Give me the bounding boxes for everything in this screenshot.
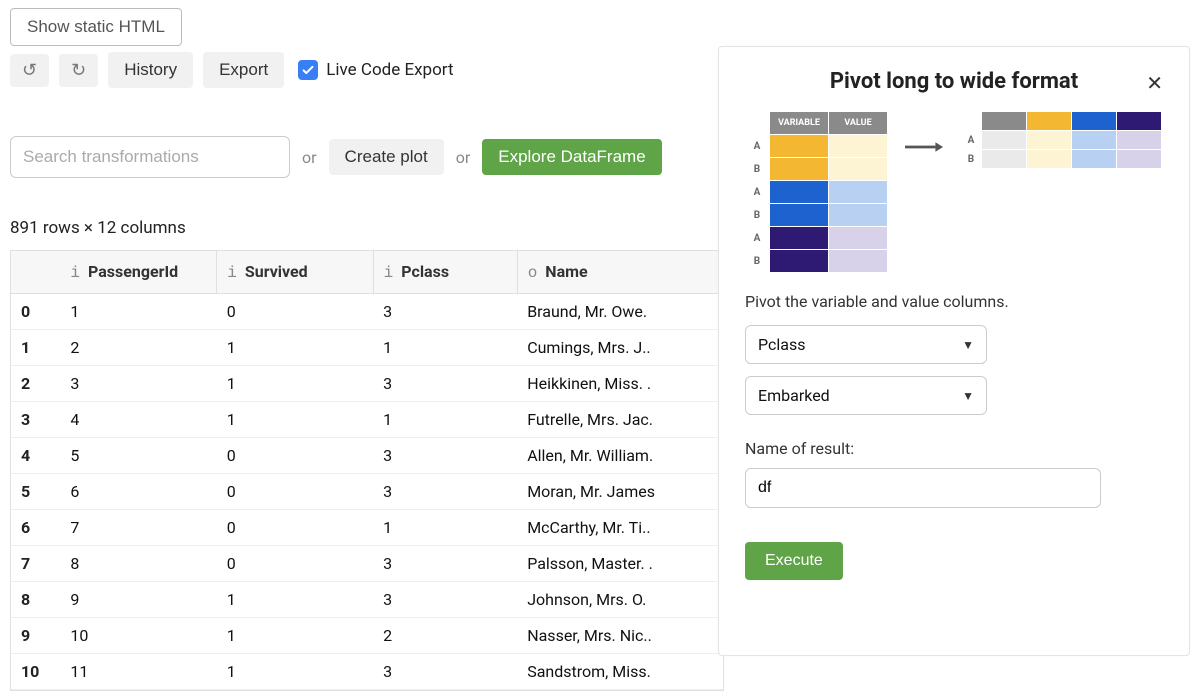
- cell: Allen, Mr. William.: [517, 437, 723, 473]
- table-row: 5603Moran, Mr. James: [11, 473, 723, 509]
- cell: 4: [60, 401, 216, 437]
- cell: 1: [373, 329, 517, 365]
- row-index: 4: [11, 437, 60, 473]
- cell: 0: [217, 473, 373, 509]
- variable-select[interactable]: Pclass▼: [745, 325, 987, 364]
- export-button[interactable]: Export: [203, 52, 284, 88]
- value-select[interactable]: Embarked▼: [745, 376, 987, 415]
- cell: 11: [60, 653, 216, 689]
- cell: Moran, Mr. James: [517, 473, 723, 509]
- close-icon[interactable]: ✕: [1146, 71, 1163, 95]
- row-index: 1: [11, 329, 60, 365]
- cell: Sandstrom, Miss.: [517, 653, 723, 689]
- column-header[interactable]: oName: [517, 251, 723, 293]
- table-row: 7803Palsson, Master. .: [11, 545, 723, 581]
- column-header[interactable]: iSurvived: [217, 251, 373, 293]
- cell: Palsson, Master. .: [517, 545, 723, 581]
- cell: 1: [217, 365, 373, 401]
- cell: 8: [60, 545, 216, 581]
- cell: 6: [60, 473, 216, 509]
- cell: 10: [60, 617, 216, 653]
- index-header: [11, 251, 60, 293]
- cell: 1: [217, 329, 373, 365]
- cell: 3: [373, 545, 517, 581]
- cell: McCarthy, Mr. Ti..: [517, 509, 723, 545]
- execute-button[interactable]: Execute: [745, 542, 843, 580]
- row-index: 5: [11, 473, 60, 509]
- panel-description: Pivot the variable and value columns.: [745, 292, 1163, 311]
- table-row: 3411Futrelle, Mrs. Jac.: [11, 401, 723, 437]
- row-index: 8: [11, 581, 60, 617]
- or-text-2: or: [456, 148, 471, 167]
- live-code-checkbox[interactable]: Live Code Export: [298, 60, 453, 80]
- cell: 3: [373, 473, 517, 509]
- result-name-input[interactable]: [745, 468, 1101, 508]
- cell: 1: [373, 401, 517, 437]
- table-row: 2313Heikkinen, Miss. .: [11, 365, 723, 401]
- cell: Futrelle, Mrs. Jac.: [517, 401, 723, 437]
- or-text: or: [302, 148, 317, 167]
- cell: 3: [373, 437, 517, 473]
- arrow-right-icon: [905, 138, 943, 157]
- row-index: 7: [11, 545, 60, 581]
- cell: 3: [373, 365, 517, 401]
- cell: 1: [217, 653, 373, 689]
- cell: Johnson, Mrs. O.: [517, 581, 723, 617]
- cell: 3: [60, 365, 216, 401]
- chevron-down-icon: ▼: [962, 389, 974, 403]
- table-row: 8913Johnson, Mrs. O.: [11, 581, 723, 617]
- table-row: 6701McCarthy, Mr. Ti..: [11, 509, 723, 545]
- checkbox-checked-icon: [298, 60, 318, 80]
- data-table: iPassengerId iSurvived iPclass oName 010…: [10, 250, 724, 691]
- redo-button[interactable]: ↻: [59, 54, 98, 87]
- cell: 3: [373, 293, 517, 329]
- live-code-label: Live Code Export: [326, 60, 453, 80]
- chevron-down-icon: ▼: [962, 338, 974, 352]
- cell: 1: [217, 617, 373, 653]
- undo-button[interactable]: ↺: [10, 54, 49, 87]
- show-static-button[interactable]: Show static HTML: [10, 8, 182, 46]
- row-index: 2: [11, 365, 60, 401]
- cell: 1: [373, 509, 517, 545]
- cell: 0: [217, 293, 373, 329]
- cell: 7: [60, 509, 216, 545]
- explore-dataframe-button[interactable]: Explore DataFrame: [482, 139, 661, 175]
- cell: 1: [217, 401, 373, 437]
- table-row: 1211Cumings, Mrs. J..: [11, 329, 723, 365]
- row-index: 10: [11, 653, 60, 689]
- column-header[interactable]: iPassengerId: [60, 251, 216, 293]
- row-index: 9: [11, 617, 60, 653]
- row-index: 6: [11, 509, 60, 545]
- table-row: 0103Braund, Mr. Owe.: [11, 293, 723, 329]
- panel-title: Pivot long to wide format: [830, 69, 1078, 94]
- row-index: 0: [11, 293, 60, 329]
- cell: Braund, Mr. Owe.: [517, 293, 723, 329]
- table-row: 101113Sandstrom, Miss.: [11, 653, 723, 689]
- column-header[interactable]: iPclass: [373, 251, 517, 293]
- cell: 0: [217, 437, 373, 473]
- create-plot-button[interactable]: Create plot: [329, 139, 444, 175]
- cell: 3: [373, 653, 517, 689]
- cell: 0: [217, 509, 373, 545]
- cell: 1: [60, 293, 216, 329]
- pivot-diagram: VARIABLE VALUE A B A B A B A: [745, 112, 1163, 272]
- table-row: 91012Nasser, Mrs. Nic..: [11, 617, 723, 653]
- search-input[interactable]: [10, 136, 290, 178]
- cell: 1: [217, 581, 373, 617]
- result-label: Name of result:: [745, 439, 1163, 458]
- table-row: 4503Allen, Mr. William.: [11, 437, 723, 473]
- cell: 0: [217, 545, 373, 581]
- cell: 2: [373, 617, 517, 653]
- cell: 9: [60, 581, 216, 617]
- cell: Nasser, Mrs. Nic..: [517, 617, 723, 653]
- row-index: 3: [11, 401, 60, 437]
- cell: Cumings, Mrs. J..: [517, 329, 723, 365]
- cell: Heikkinen, Miss. .: [517, 365, 723, 401]
- cell: 2: [60, 329, 216, 365]
- cell: 3: [373, 581, 517, 617]
- cell: 5: [60, 437, 216, 473]
- history-button[interactable]: History: [108, 52, 193, 88]
- pivot-panel: Pivot long to wide format ✕ VARIABLE VAL…: [718, 46, 1190, 656]
